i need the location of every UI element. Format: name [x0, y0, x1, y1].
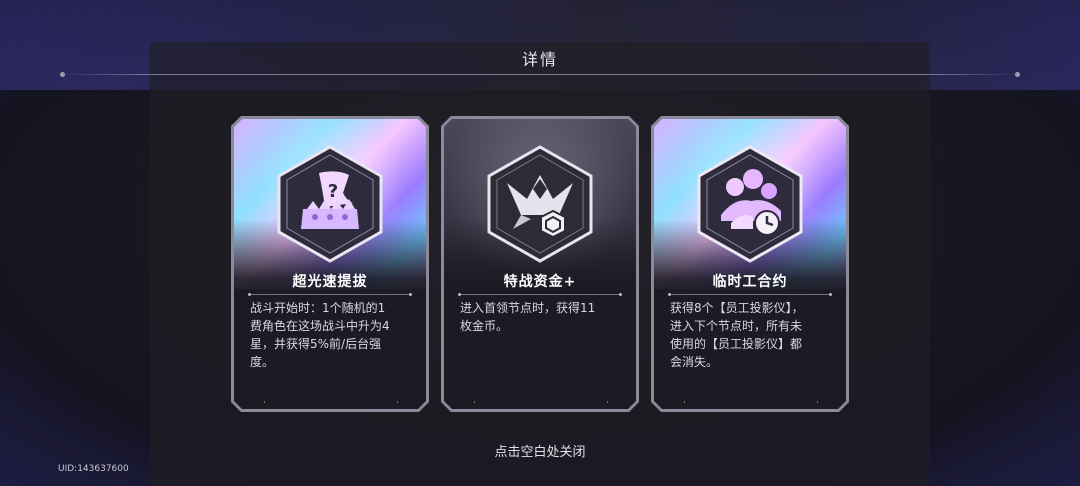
user-id-label: UID:143637600 [58, 464, 129, 474]
crown-banner-question-icon: ? [277, 145, 383, 263]
desc-line: 进入下个节点时，所有未 [670, 319, 803, 333]
card-title: 超光速提拔 [292, 274, 368, 290]
staff-clock-icon [697, 145, 803, 263]
card-body: 特战资金+ 进入首领节点时，获得11 枚金币。 [444, 119, 636, 409]
card-title: 特战资金+ [503, 274, 577, 290]
reward-card-3[interactable]: 临时工合约 获得8个【员工投影仪】， 进入下个节点时，所有未 使用的【员工投影仪… [651, 116, 849, 412]
card-title-divider [248, 293, 412, 296]
dialog-title: 详情 [521, 50, 558, 69]
card-foot-ornament [264, 401, 398, 403]
desc-line: 获得8个【员工投影仪】， [670, 301, 804, 315]
card-body: 临时工合约 获得8个【员工投影仪】， 进入下个节点时，所有未 使用的【员工投影仪… [654, 119, 846, 409]
tap-to-close-hint[interactable]: 点击空白处关闭 [0, 441, 1080, 460]
card-foot-ornament [684, 401, 818, 403]
card-body: ? 超光速提拔 战斗开始时：1个随机的1 费角色在这场战斗中升为4 星，并获得5… [234, 119, 426, 409]
card-title: 临时工合约 [712, 274, 788, 290]
card-foot-ornament [474, 401, 608, 403]
emblem-coin-icon [487, 145, 593, 263]
desc-line: 会消失。 [670, 355, 719, 369]
reward-card-1[interactable]: ? 超光速提拔 战斗开始时：1个随机的1 费角色在这场战斗中升为4 星，并获得5… [231, 116, 429, 412]
svg-text:?: ? [328, 181, 338, 202]
desc-line: 进入首领节点时，获得11 [460, 301, 596, 315]
desc-line: 使用的【员工投影仪】都 [670, 337, 803, 351]
desc-line: 战斗开始时：1个随机的1 [250, 301, 386, 315]
desc-line: 星，并获得5%前/后台强 [250, 337, 382, 351]
card-title-divider [458, 293, 622, 296]
card-description: 战斗开始时：1个随机的1 费角色在这场战斗中升为4 星，并获得5%前/后台强 度… [250, 299, 412, 371]
card-description: 进入首领节点时，获得11 枚金币。 [460, 299, 622, 335]
title-divider [60, 72, 1020, 77]
card-title-divider [668, 293, 832, 296]
card-description: 获得8个【员工投影仪】， 进入下个节点时，所有未 使用的【员工投影仪】都 会消失… [670, 299, 832, 371]
desc-line: 费角色在这场战斗中升为4 [250, 319, 390, 333]
desc-line: 度。 [250, 355, 275, 369]
reward-card-2[interactable]: 特战资金+ 进入首领节点时，获得11 枚金币。 [441, 116, 639, 412]
desc-line: 枚金币。 [460, 319, 509, 333]
